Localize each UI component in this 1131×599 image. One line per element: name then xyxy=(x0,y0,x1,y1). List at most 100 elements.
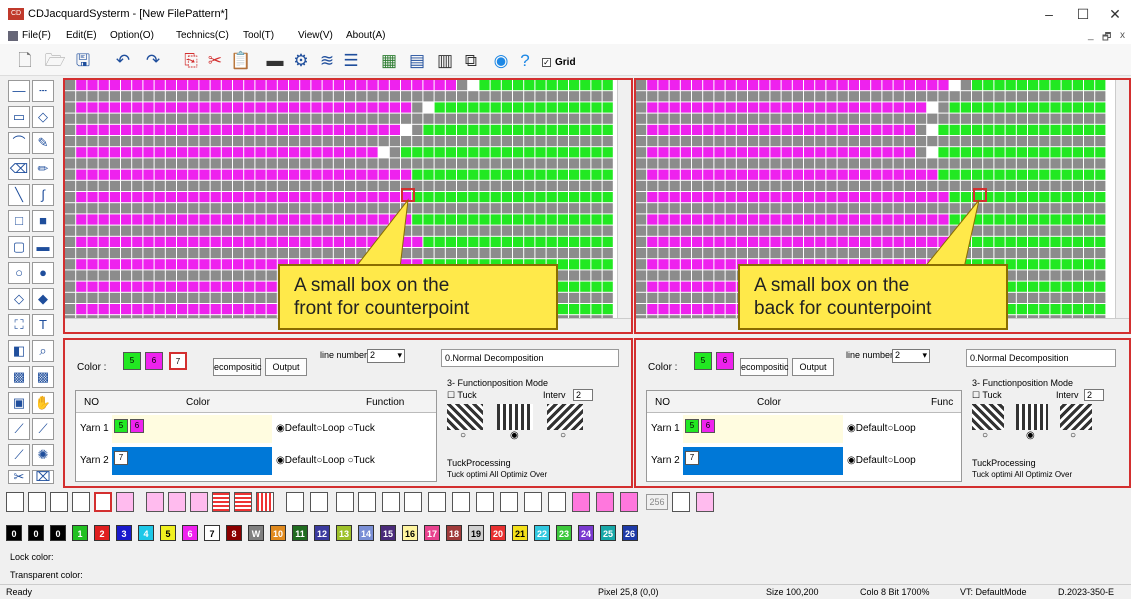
frame-tool-icon[interactable] xyxy=(72,492,90,512)
pattern-cell[interactable] xyxy=(121,203,132,214)
pattern-cell[interactable] xyxy=(300,124,311,135)
pattern-cell[interactable] xyxy=(210,214,221,225)
pattern-cell[interactable] xyxy=(289,192,300,203)
pattern-cell[interactable] xyxy=(367,113,378,124)
pattern-cell[interactable] xyxy=(804,136,815,147)
pattern-cell[interactable] xyxy=(434,102,445,113)
pattern-cell[interactable] xyxy=(76,304,87,315)
pattern-cell[interactable] xyxy=(1072,169,1083,180)
pattern-cell[interactable] xyxy=(580,158,591,169)
pattern-cell[interactable] xyxy=(255,158,266,169)
pattern-cell[interactable] xyxy=(804,225,815,236)
pattern-cell[interactable] xyxy=(434,203,445,214)
pattern-cell[interactable] xyxy=(882,136,893,147)
pattern-cell[interactable] xyxy=(658,248,669,259)
pattern-cell[interactable] xyxy=(65,248,76,259)
pattern-cell[interactable] xyxy=(1028,102,1039,113)
pattern-cell[interactable] xyxy=(199,102,210,113)
pattern-cell[interactable] xyxy=(994,80,1005,91)
pattern-cell[interactable] xyxy=(266,225,277,236)
pattern-cell[interactable] xyxy=(535,192,546,203)
pattern-cell[interactable] xyxy=(580,259,591,270)
pattern-cell[interactable] xyxy=(647,281,658,292)
pattern-cell[interactable] xyxy=(378,180,389,191)
pattern-cell[interactable] xyxy=(177,124,188,135)
pattern-cell[interactable] xyxy=(1061,91,1072,102)
palette-color-swatch[interactable]: 26 xyxy=(622,525,638,541)
pattern-cell[interactable] xyxy=(725,124,736,135)
pattern-cell[interactable] xyxy=(1095,281,1106,292)
pattern-cell[interactable] xyxy=(311,180,322,191)
pattern-cell[interactable] xyxy=(580,113,591,124)
pattern-cell[interactable] xyxy=(569,80,580,91)
pattern-cell[interactable] xyxy=(479,80,490,91)
pattern-cell[interactable] xyxy=(1061,304,1072,315)
pattern-cell[interactable] xyxy=(647,124,658,135)
pattern-cell[interactable] xyxy=(165,80,176,91)
fill-bucket-icon[interactable]: ⛶ xyxy=(8,314,30,336)
pattern-cell[interactable] xyxy=(98,203,109,214)
pattern-b-radio[interactable]: ◉ xyxy=(510,430,519,441)
pattern-cell[interactable] xyxy=(893,236,904,247)
pattern-cell[interactable] xyxy=(1050,124,1061,135)
pattern-cell[interactable] xyxy=(255,203,266,214)
pattern-cell[interactable] xyxy=(524,180,535,191)
pattern-cell[interactable] xyxy=(725,225,736,236)
pattern-cell[interactable] xyxy=(725,91,736,102)
pattern-cell[interactable] xyxy=(848,147,859,158)
pattern-cell[interactable] xyxy=(255,136,266,147)
pattern-cell[interactable] xyxy=(725,158,736,169)
pattern-cell[interactable] xyxy=(143,292,154,303)
pattern-cell[interactable] xyxy=(165,169,176,180)
pattern-cell[interactable] xyxy=(815,214,826,225)
pattern-cell[interactable] xyxy=(591,192,602,203)
pattern-cell[interactable] xyxy=(76,203,87,214)
scissors-tool-icon[interactable]: ✂ xyxy=(8,470,30,484)
pattern-cell[interactable] xyxy=(255,292,266,303)
pattern-cell[interactable] xyxy=(882,248,893,259)
pattern-cell[interactable] xyxy=(815,236,826,247)
pattern-cell[interactable] xyxy=(188,236,199,247)
pattern-cell[interactable] xyxy=(1095,158,1106,169)
pattern-cell[interactable] xyxy=(76,214,87,225)
pattern-cell[interactable] xyxy=(277,236,288,247)
pattern-cell[interactable] xyxy=(423,136,434,147)
pattern-cell[interactable] xyxy=(1050,225,1061,236)
pattern-cell[interactable] xyxy=(121,270,132,281)
pattern-cell[interactable] xyxy=(490,124,501,135)
pattern-cell[interactable] xyxy=(1072,102,1083,113)
pattern-cell[interactable] xyxy=(636,180,647,191)
pattern-cell[interactable] xyxy=(322,180,333,191)
pattern-cell[interactable] xyxy=(513,225,524,236)
pattern-cell[interactable] xyxy=(513,158,524,169)
pattern-cell[interactable] xyxy=(434,91,445,102)
pattern-cell[interactable] xyxy=(916,136,927,147)
pattern-cell[interactable] xyxy=(445,102,456,113)
pattern-cell[interactable] xyxy=(669,180,680,191)
pattern-cell[interactable] xyxy=(199,281,210,292)
pattern-cell[interactable] xyxy=(401,136,412,147)
pattern-cell[interactable] xyxy=(1072,80,1083,91)
pattern-cell[interactable] xyxy=(412,158,423,169)
pattern-cell[interactable] xyxy=(412,147,423,158)
pattern-cell[interactable] xyxy=(277,214,288,225)
pattern-cell[interactable] xyxy=(1095,292,1106,303)
pattern-cell[interactable] xyxy=(210,281,221,292)
pattern-cell[interactable] xyxy=(76,292,87,303)
pattern-cell[interactable] xyxy=(692,225,703,236)
pattern-cell[interactable] xyxy=(109,192,120,203)
pattern-cell[interactable] xyxy=(300,169,311,180)
pattern-cell[interactable] xyxy=(154,91,165,102)
pattern-cell[interactable] xyxy=(882,225,893,236)
pattern-cell[interactable] xyxy=(378,169,389,180)
pattern-cell[interactable] xyxy=(378,91,389,102)
pattern-cell[interactable] xyxy=(221,225,232,236)
frame-tool-icon[interactable] xyxy=(524,492,542,512)
pattern-cell[interactable] xyxy=(916,124,927,135)
pattern-cell[interactable] xyxy=(804,80,815,91)
pattern-cell[interactable] xyxy=(692,248,703,259)
pattern-cell[interactable] xyxy=(1016,259,1027,270)
pattern-cell[interactable] xyxy=(1072,281,1083,292)
menu-file[interactable]: File(F) xyxy=(22,30,51,41)
pattern-cell[interactable] xyxy=(233,180,244,191)
